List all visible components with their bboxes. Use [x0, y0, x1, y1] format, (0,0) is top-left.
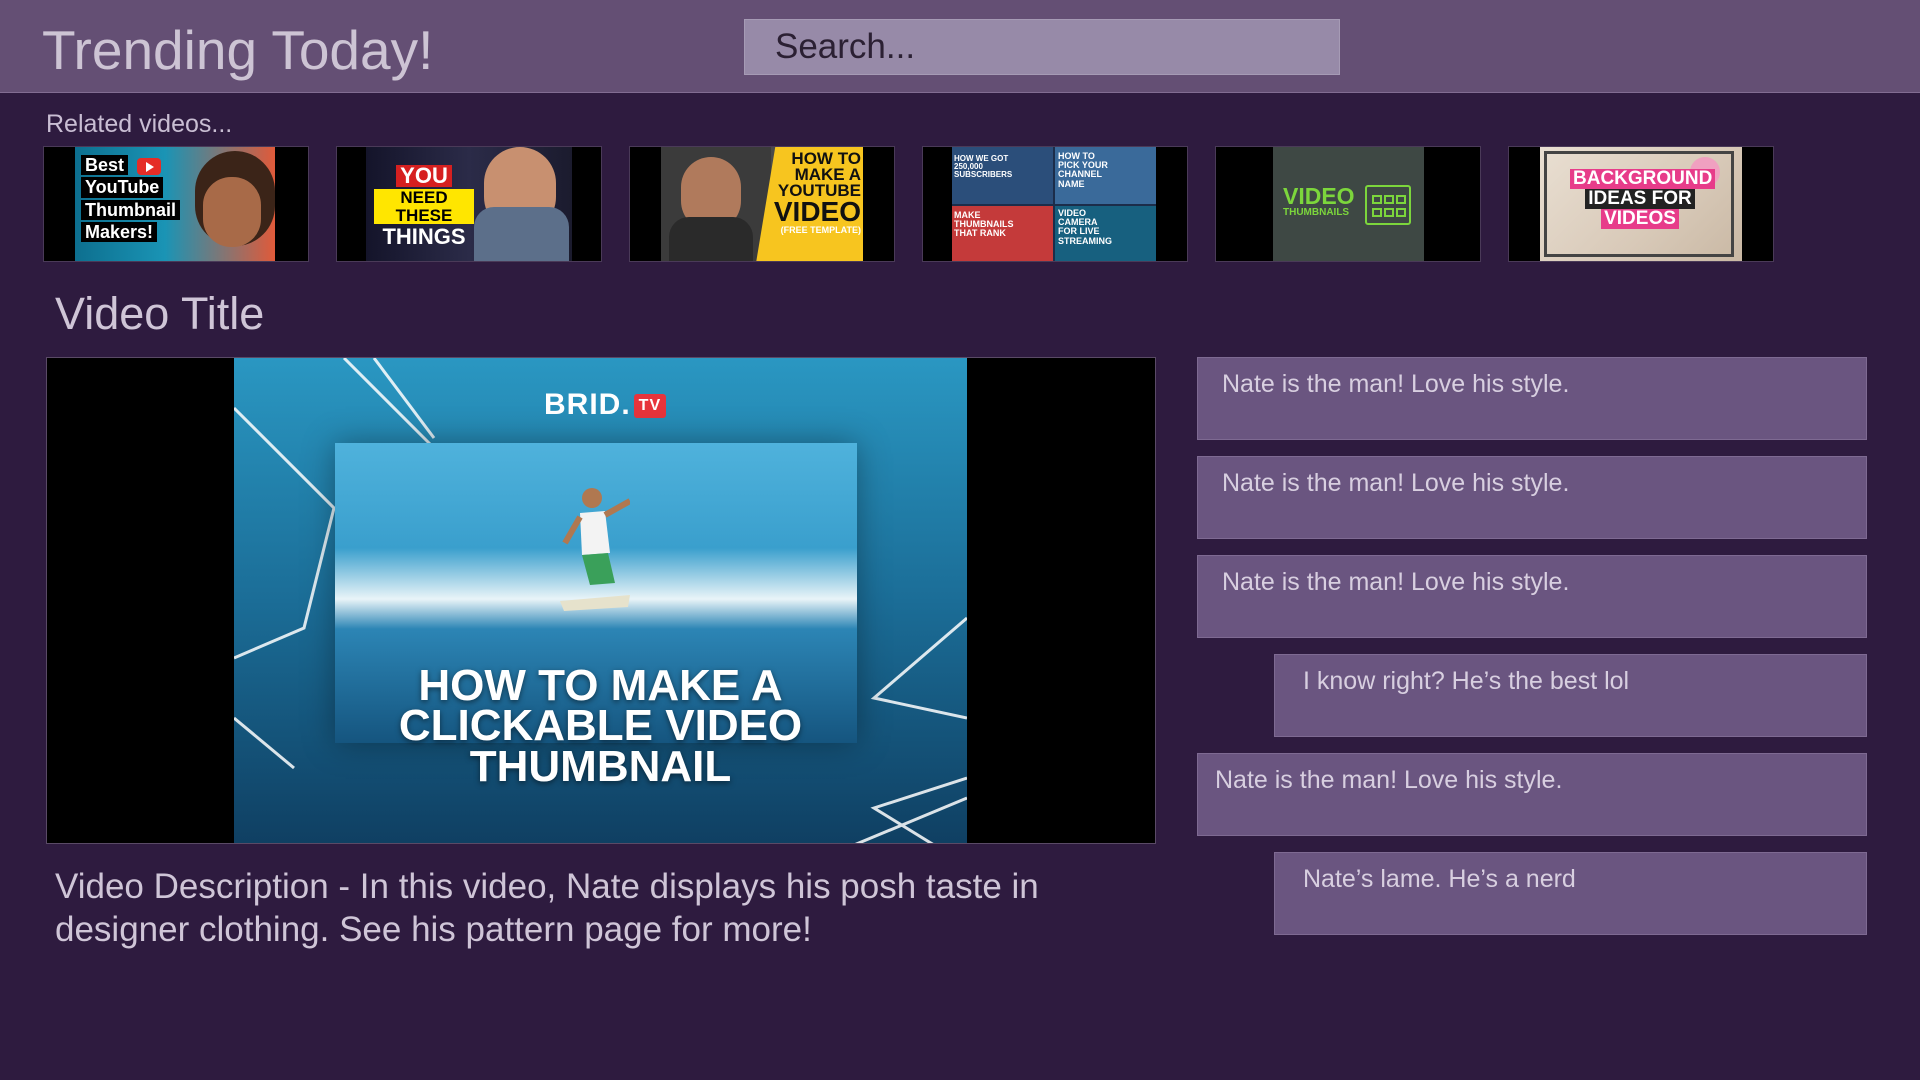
video-headline-line: HOW TO MAKE A: [418, 661, 783, 710]
comment[interactable]: Nate is the man! Love his style.: [1197, 753, 1867, 836]
thumb-text: HOW TO PICK YOUR CHANNEL NAME: [1058, 151, 1108, 189]
thumb-text: VIDEO CAMERA FOR LIVE STREAMING: [1058, 208, 1112, 246]
video-headline-line: THUMBNAIL: [469, 741, 732, 791]
related-videos-label: Related videos...: [46, 110, 233, 138]
comment[interactable]: Nate is the man! Love his style.: [1197, 555, 1867, 638]
comment[interactable]: Nate is the man! Love his style.: [1197, 456, 1867, 539]
thumb-text: VIDEO: [1283, 183, 1355, 209]
thumb-text: YOU: [396, 164, 452, 188]
related-video-thumbnail-2[interactable]: YOU NEED THESE THINGS: [336, 146, 602, 262]
comment[interactable]: Nate is the man! Love his style.: [1197, 357, 1867, 440]
related-video-thumbnail-4[interactable]: HOW WE GOT 250,000 SUBSCRIBERS HOW TO PI…: [922, 146, 1188, 262]
thumb-text: Best: [81, 155, 129, 176]
brand-badge: TV: [633, 394, 667, 419]
thumb-text: MAKE THUMBNAILS THAT RANK: [954, 210, 1014, 239]
youtube-play-icon: [137, 157, 162, 175]
thumb-text: THINGS: [382, 224, 466, 250]
thumb-text: VIDEOS: [1601, 208, 1679, 229]
related-video-thumbnail-5[interactable]: VIDEO THUMBNAILS: [1215, 146, 1481, 262]
thumb-text: HOW WE GOT 250,000 SUBSCRIBERS: [954, 154, 1013, 180]
brand-name: BRID.: [544, 388, 631, 421]
app-title: Trending Today!: [42, 19, 434, 81]
thumb-text: (FREE TEMPLATE): [780, 225, 861, 236]
brand-logo: BRID. TV: [544, 388, 667, 422]
thumb-text: THUMBNAILS: [1283, 207, 1350, 219]
video-description: Video Description - In this video, Nate …: [55, 867, 1039, 949]
comment-reply[interactable]: Nate’s lame. He’s a nerd: [1274, 852, 1867, 935]
thumb-text: YouTube: [81, 177, 164, 198]
thumb-text: Makers!: [81, 222, 158, 243]
thumb-text: BACKGROUND: [1570, 169, 1716, 189]
video-frame: BRID. TV HOW TO MAKE A CLICKABLE VIDEO TH…: [234, 358, 967, 843]
video-headline: HOW TO MAKE A CLICKABLE VIDEO THUMBNAIL: [234, 661, 967, 791]
related-video-thumbnail-1[interactable]: Best YouTube Thumbnail Makers!: [43, 146, 309, 262]
thumb-text: NEED THESE: [374, 189, 474, 225]
video-headline-line: CLICKABLE VIDEO: [398, 701, 803, 751]
top-bar: Trending Today!: [0, 0, 1920, 93]
surfer-figure: [560, 488, 630, 611]
video-title: Video Title: [55, 288, 265, 339]
video-player[interactable]: BRID. TV HOW TO MAKE A CLICKABLE VIDEO TH…: [46, 357, 1156, 844]
grid-icon: [1365, 185, 1411, 225]
comment-reply[interactable]: I know right? He’s the best lol: [1274, 654, 1867, 737]
thumb-text: Thumbnail: [81, 199, 180, 221]
related-video-thumbnail-3[interactable]: HOW TO MAKE A YOUTUBE VIDEO (FREE TEMPLA…: [629, 146, 895, 262]
thumb-text: IDEAS FOR: [1585, 188, 1695, 209]
thumb-text: VIDEO: [773, 196, 861, 228]
related-video-thumbnail-6[interactable]: BACKGROUND IDEAS FOR VIDEOS: [1508, 146, 1774, 262]
search-input[interactable]: [744, 19, 1340, 75]
